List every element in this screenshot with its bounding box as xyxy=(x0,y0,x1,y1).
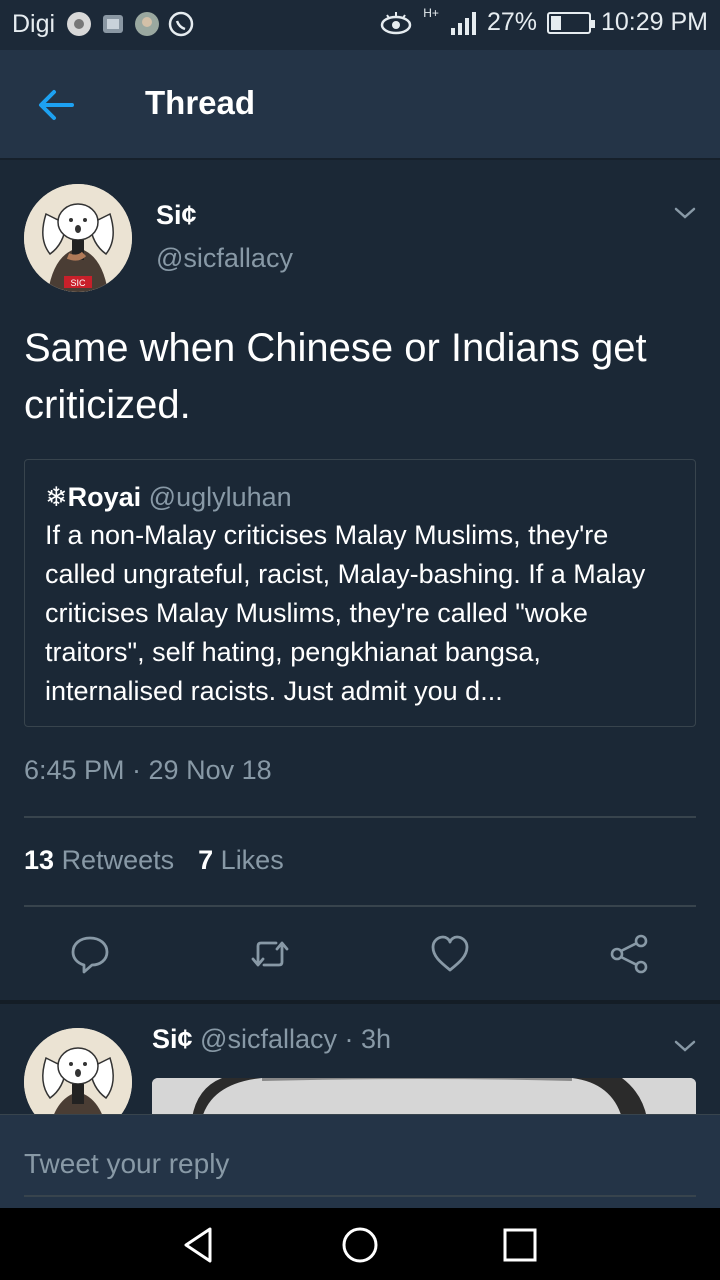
gallery-icon xyxy=(103,15,123,33)
quoted-tweet-text: If a non-Malay criticises Malay Muslims,… xyxy=(45,520,646,706)
reply-author-handle[interactable]: @sicfallacy xyxy=(200,1024,337,1054)
nav-back-icon[interactable] xyxy=(178,1224,220,1266)
quoted-tweet-header: ❄Royai @uglyluhan xyxy=(45,478,675,516)
share-icon[interactable] xyxy=(609,934,649,974)
quoted-author-handle: @uglyluhan xyxy=(148,482,292,512)
app-icon xyxy=(135,12,159,36)
nav-home-icon[interactable] xyxy=(339,1224,381,1266)
system-status: H+ 27% 10:29 PM xyxy=(379,5,708,37)
tweet-text: Same when Chinese or Indians get critici… xyxy=(24,326,647,427)
battery-percent: 27% xyxy=(486,8,537,36)
carrier-label: Digi xyxy=(12,10,56,38)
section-separator xyxy=(0,1000,720,1004)
chevron-down-icon[interactable] xyxy=(670,198,700,228)
nav-recents-icon[interactable] xyxy=(499,1224,541,1266)
divider xyxy=(24,816,696,818)
app-bar: Thread xyxy=(0,50,720,160)
tweet-timestamp: 6:45 PM · 29 Nov 18 xyxy=(24,755,272,785)
retweets-stat[interactable]: 13 Retweets xyxy=(24,845,174,876)
battery-icon xyxy=(546,11,595,34)
eye-icon xyxy=(381,11,412,34)
likes-label: Likes xyxy=(220,845,284,875)
chevron-down-icon[interactable] xyxy=(670,1031,700,1061)
clock: 10:29 PM xyxy=(600,8,708,36)
tweet-actions xyxy=(0,930,720,980)
notification-icons xyxy=(66,11,194,37)
reply-header: Si¢ @sicfallacy · 3h xyxy=(152,1024,391,1055)
retweet-icon[interactable] xyxy=(250,934,290,974)
author-handle[interactable]: @sicfallacy xyxy=(156,243,293,274)
like-heart-icon[interactable] xyxy=(430,934,470,974)
likes-stat[interactable]: 7 Likes xyxy=(198,845,284,876)
reply-icon[interactable] xyxy=(70,934,110,974)
reply-composer xyxy=(0,1114,720,1208)
back-arrow-icon[interactable] xyxy=(32,80,82,130)
page-title: Thread xyxy=(145,84,256,121)
retweets-label: Retweets xyxy=(61,845,175,875)
chrome-icon xyxy=(67,12,91,36)
quoted-tweet[interactable]: ❄Royai @uglyluhan If a non-Malay critici… xyxy=(24,459,696,727)
avatar[interactable]: SIC xyxy=(24,184,132,292)
avatar-image: SIC xyxy=(24,184,132,292)
status-bar: Digi H+ 27% 10:29 PM xyxy=(0,0,720,50)
reply-media-image[interactable] xyxy=(152,1078,696,1118)
reply-input[interactable] xyxy=(24,1133,696,1197)
retweets-count: 13 xyxy=(24,845,55,875)
media-thumbnail xyxy=(152,1078,696,1118)
system-nav-bar xyxy=(0,1208,720,1280)
network-type: H+ xyxy=(423,5,439,20)
tweet-stats: 13 Retweets 7 Likes xyxy=(24,845,284,876)
avatar-badge-text: SIC xyxy=(70,278,86,288)
reply-time: · 3h xyxy=(344,1024,392,1054)
likes-count: 7 xyxy=(198,845,214,875)
quoted-author-name: ❄Royai xyxy=(45,482,142,512)
divider xyxy=(24,905,696,907)
signal-icon xyxy=(450,11,476,35)
whatsapp-icon xyxy=(168,11,194,37)
author-name[interactable]: Si¢ xyxy=(156,200,197,231)
reply-author-name[interactable]: Si¢ xyxy=(152,1024,193,1054)
